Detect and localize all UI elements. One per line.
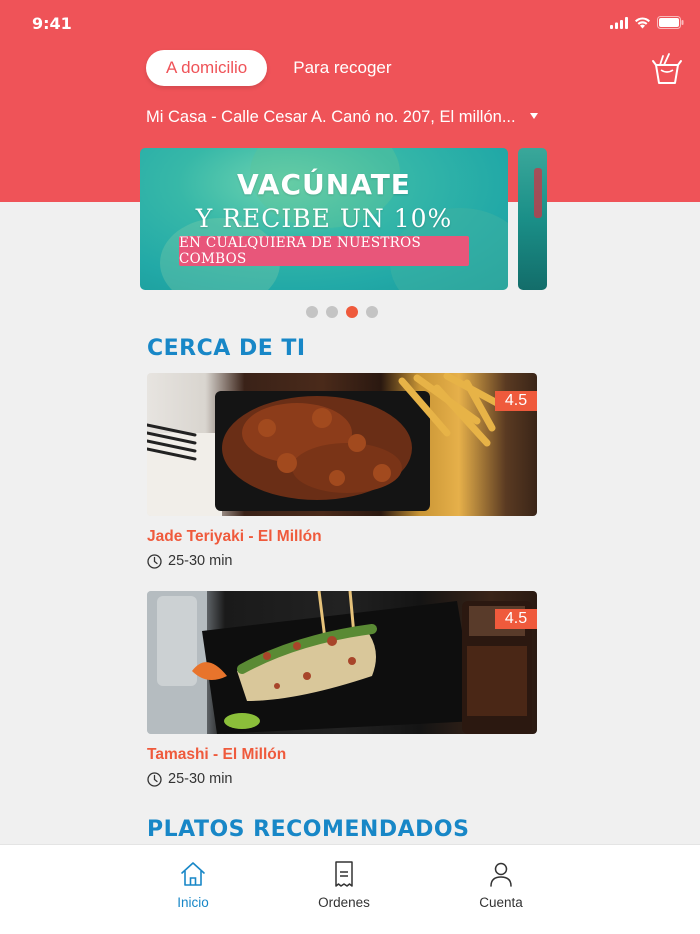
status-bar: 9:41 xyxy=(0,0,700,46)
tab-label: Inicio xyxy=(177,895,209,910)
tab-ordenes[interactable]: Ordenes xyxy=(284,859,404,910)
delivery-time-text: 25-30 min xyxy=(168,553,233,569)
delivery-time-text: 25-30 min xyxy=(168,771,233,787)
tab-delivery[interactable]: A domicilio xyxy=(146,50,268,86)
promo-banner[interactable]: VACÚNATE Y RECIBE UN 10% EN CUALQUIERA D… xyxy=(140,148,508,290)
user-icon xyxy=(490,862,512,887)
next-promo-banner[interactable] xyxy=(518,148,547,290)
signal-icon xyxy=(610,16,628,29)
restaurant-name: Jade Teriyaki - El Millón xyxy=(147,528,322,545)
banner-title: VACÚNATE xyxy=(237,168,411,201)
bottom-tab-bar: Inicio Ordenes Cuenta xyxy=(0,844,700,934)
wifi-icon xyxy=(635,16,650,28)
status-icons xyxy=(610,16,684,29)
restaurant-image: 4.5 xyxy=(147,373,537,516)
tab-label: Ordenes xyxy=(318,895,370,910)
receipt-icon xyxy=(335,861,353,887)
rating-badge: 4.5 xyxy=(495,609,537,629)
tab-label: Cuenta xyxy=(479,895,523,910)
tab-cuenta[interactable]: Cuenta xyxy=(441,859,561,910)
banner-pill: EN CUALQUIERA DE NUESTROS COMBOS xyxy=(179,235,469,267)
delivery-time: 25-30 min xyxy=(147,771,537,787)
delivery-mode-toggle: A domicilio Para recoger xyxy=(146,50,392,86)
address-selector[interactable]: Mi Casa - Calle Cesar A. Canó no. 207, E… xyxy=(146,106,546,128)
restaurant-card[interactable]: 4.5 Tamashi - El Millón 25-30 min xyxy=(147,591,537,787)
restaurant-name: Tamashi - El Millón xyxy=(147,746,287,763)
restaurant-card[interactable]: 4.5 Jade Teriyaki - El Millón 25-30 min xyxy=(147,373,537,569)
carousel-pagination xyxy=(306,306,378,318)
chevron-down-icon xyxy=(530,113,538,119)
clock-icon xyxy=(147,771,162,787)
carousel-dot[interactable] xyxy=(306,306,318,318)
banner-subtitle: Y RECIBE UN 10% xyxy=(195,204,453,233)
tab-pickup[interactable]: Para recoger xyxy=(293,58,391,78)
address-text: Mi Casa - Calle Cesar A. Canó no. 207, E… xyxy=(146,107,516,126)
section-title-recommended: PLATOS RECOMENDADOS xyxy=(147,817,470,842)
restaurant-image: 4.5 xyxy=(147,591,537,734)
section-title-nearby: CERCA DE TI xyxy=(147,336,306,361)
battery-icon xyxy=(657,16,684,29)
delivery-time: 25-30 min xyxy=(147,553,537,569)
carousel-dot-active[interactable] xyxy=(346,306,358,318)
home-icon xyxy=(181,862,205,886)
status-time: 9:41 xyxy=(32,14,72,33)
clock-icon xyxy=(147,553,162,569)
rating-badge: 4.5 xyxy=(495,391,537,411)
carousel-dot[interactable] xyxy=(326,306,338,318)
takeout-box-icon[interactable] xyxy=(650,52,684,86)
carousel-dot[interactable] xyxy=(366,306,378,318)
tab-inicio[interactable]: Inicio xyxy=(133,859,253,910)
